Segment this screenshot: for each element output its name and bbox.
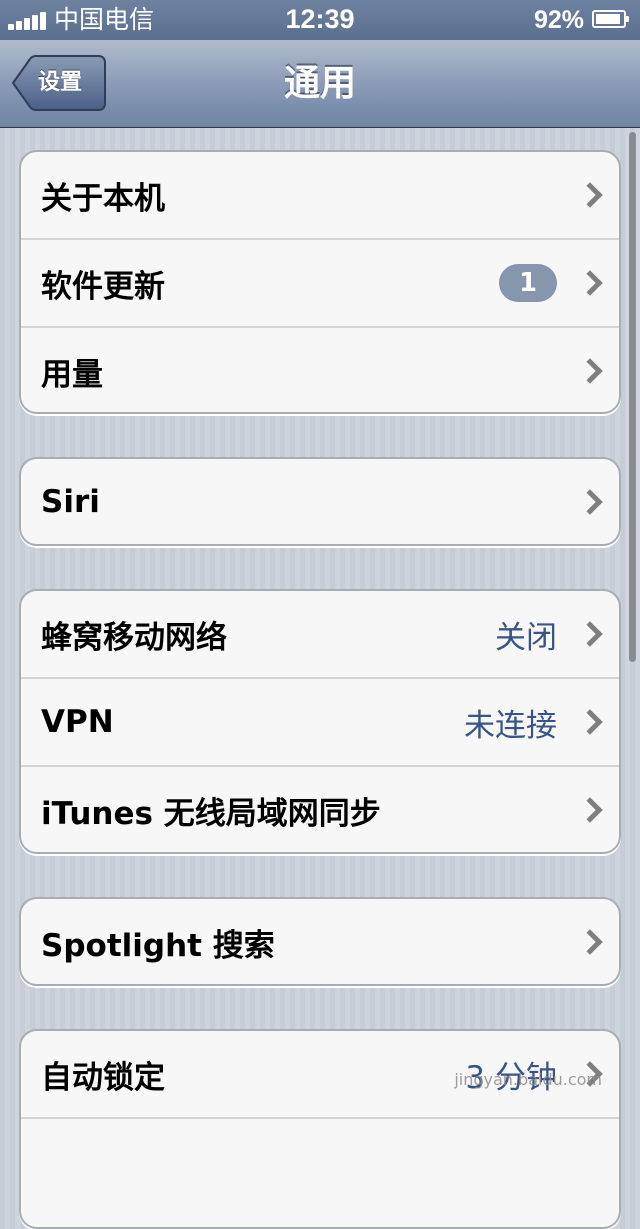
row-siri[interactable]: Siri [21, 459, 619, 544]
navigation-bar: 通用 设置 [0, 40, 640, 128]
back-button[interactable]: 设置 [10, 55, 106, 111]
row-value: 关闭 [495, 619, 557, 656]
settings-group-spotlight: Spotlight 搜索 [19, 897, 621, 986]
settings-group-about: 关于本机 软件更新 1 用量 [19, 150, 621, 414]
battery-icon [592, 10, 629, 28]
row-itunes-wifi-sync[interactable]: iTunes 无线局域网同步 [21, 765, 619, 852]
scroll-indicator[interactable] [629, 132, 636, 662]
row-label: 关于本机 [41, 180, 165, 217]
row-label: VPN [41, 704, 114, 740]
battery-fill [596, 14, 620, 24]
row-next[interactable] [21, 1117, 619, 1205]
row-label: 软件更新 [41, 268, 165, 305]
chevron-right-icon [577, 489, 603, 515]
row-label: Spotlight 搜索 [41, 927, 275, 964]
chevron-right-icon [577, 621, 603, 647]
settings-group-siri: Siri [19, 457, 621, 546]
row-cellular[interactable]: 蜂窝移动网络 关闭 [21, 591, 619, 677]
status-bar: 中国电信 12:39 92% [0, 0, 640, 40]
row-label: 蜂窝移动网络 [41, 619, 227, 656]
chevron-right-icon [577, 270, 603, 296]
row-label: Siri [41, 484, 100, 520]
settings-group-network: 蜂窝移动网络 关闭 VPN 未连接 iTunes 无线局域网同步 [19, 589, 621, 854]
row-vpn[interactable]: VPN 未连接 [21, 677, 619, 765]
row-software-update[interactable]: 软件更新 1 [21, 238, 619, 326]
battery-percent: 92% [533, 6, 584, 34]
watermark: jingyan.baidu.com [454, 1070, 602, 1089]
chevron-right-icon [577, 929, 603, 955]
chevron-right-icon [577, 358, 603, 384]
row-spotlight-search[interactable]: Spotlight 搜索 [21, 899, 619, 984]
row-label: 用量 [41, 356, 103, 393]
chevron-right-icon [577, 182, 603, 208]
row-about[interactable]: 关于本机 [21, 152, 619, 238]
settings-group-lock: 自动锁定 3 分钟 [19, 1029, 621, 1229]
row-value: 未连接 [464, 707, 557, 744]
row-label: 自动锁定 [41, 1059, 165, 1096]
row-label: iTunes 无线局域网同步 [41, 795, 381, 832]
row-usage[interactable]: 用量 [21, 326, 619, 412]
chevron-right-icon [577, 709, 603, 735]
back-button-label: 设置 [38, 70, 83, 95]
update-count-badge: 1 [499, 264, 557, 302]
chevron-right-icon [577, 797, 603, 823]
